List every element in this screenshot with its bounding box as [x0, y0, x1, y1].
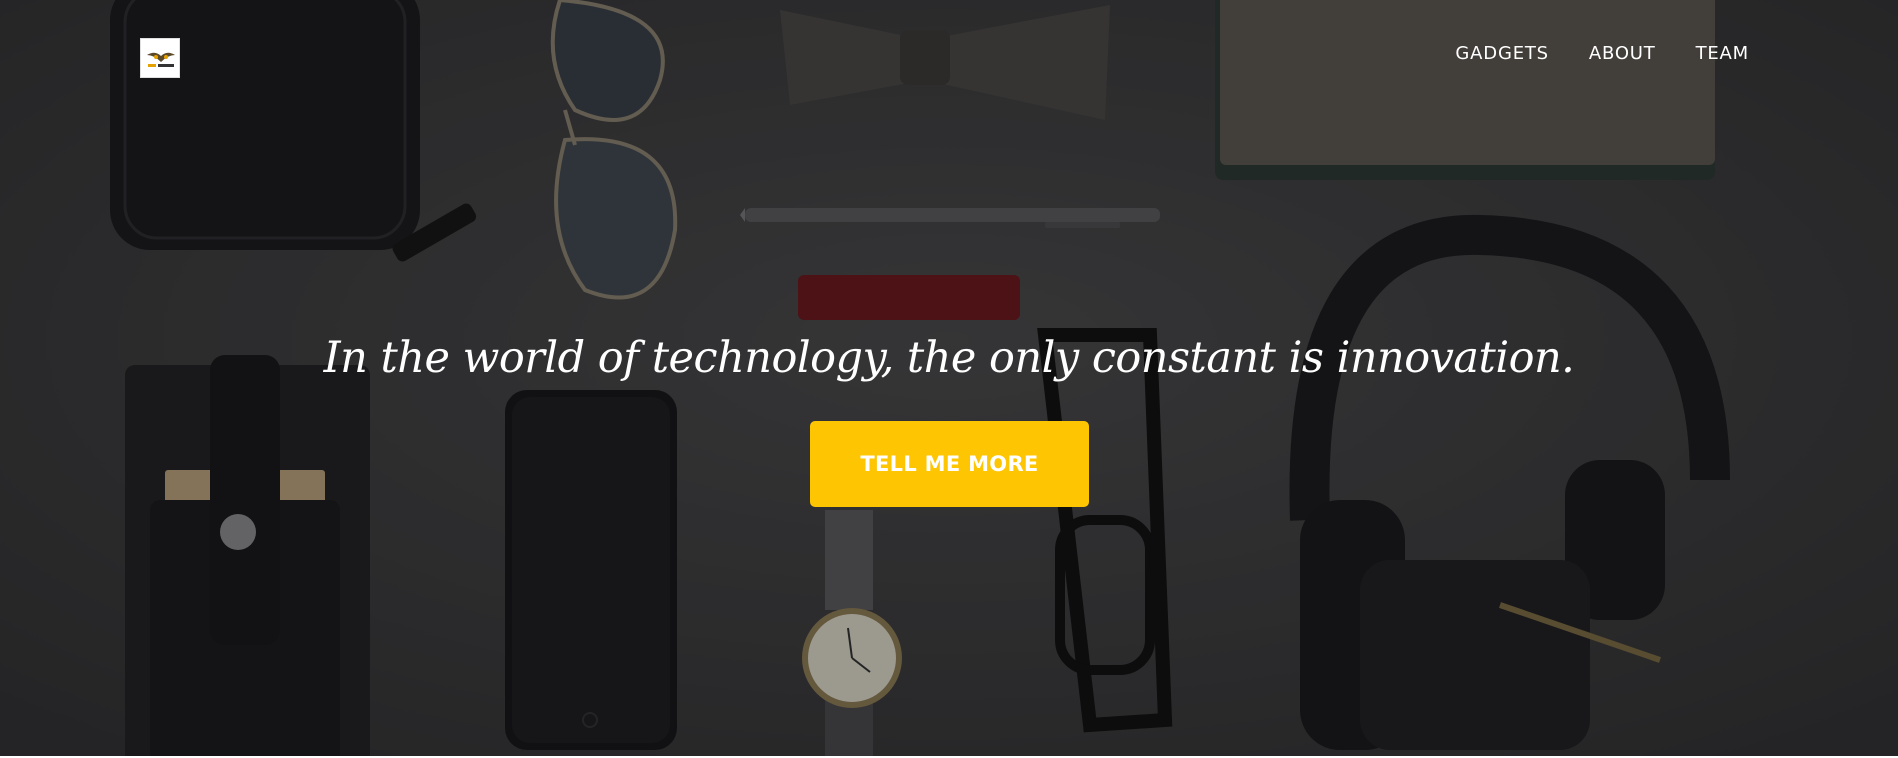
owl-logo-icon: [147, 52, 175, 67]
nav-link-about[interactable]: ABOUT: [1589, 42, 1656, 66]
site-logo[interactable]: [140, 38, 180, 78]
hero-headline: In the world of technology, the only con…: [323, 333, 1575, 383]
nav-link-team[interactable]: TEAM: [1696, 42, 1749, 66]
top-navigation: GADGETS ABOUT TEAM: [1455, 42, 1749, 66]
hero-section: GADGETS ABOUT TEAM In the world of techn…: [0, 0, 1898, 756]
tell-me-more-button[interactable]: TELL ME MORE: [810, 421, 1089, 507]
nav-link-gadgets[interactable]: GADGETS: [1455, 42, 1548, 66]
